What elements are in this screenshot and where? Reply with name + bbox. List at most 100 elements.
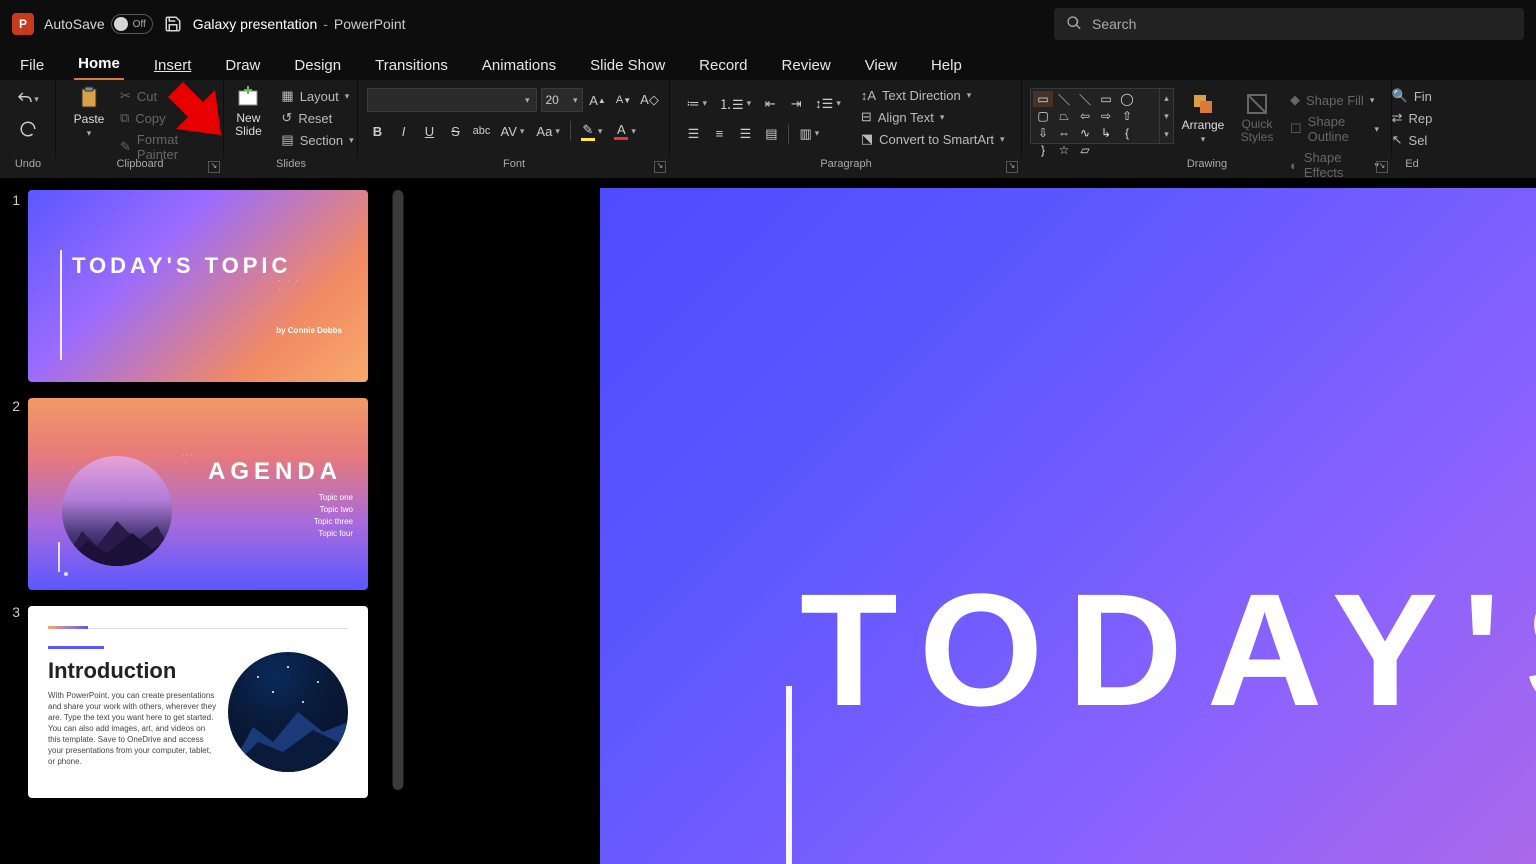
replace-button[interactable]: ⇄Rep (1388, 108, 1437, 128)
search-placeholder: Search (1092, 16, 1136, 32)
shape-oval[interactable]: ◯ (1117, 91, 1137, 107)
align-left-button[interactable]: ☰ (682, 123, 704, 145)
align-center-button[interactable]: ≡ (708, 123, 730, 145)
shape-arrowD[interactable]: ⇩ (1033, 125, 1053, 141)
shape-textbox[interactable]: ▭ (1033, 91, 1053, 107)
highlight-button[interactable]: ✎▾ (577, 120, 607, 142)
shadow-button[interactable]: abc (471, 120, 493, 142)
section-icon: ▤ (281, 132, 293, 148)
shapes-gallery[interactable]: ▭ ＼ ＼ ▭ ◯ ▢ ⏢ ⇦ ⇨ ⇧ ⇩ ⇔ ∿ ↳ { (1030, 88, 1160, 144)
shape-fill-button[interactable]: ◆Shape Fill▾ (1286, 90, 1383, 110)
tab-home[interactable]: Home (74, 51, 124, 80)
shape-star[interactable]: ☆ (1054, 142, 1074, 158)
bullets-button[interactable]: ≔▾ (682, 93, 711, 115)
find-button[interactable]: 🔍Fin (1388, 86, 1437, 106)
quick-styles-button[interactable]: Quick Styles (1232, 88, 1282, 148)
shape-rbrace[interactable]: } (1033, 142, 1053, 158)
redo-button[interactable] (17, 118, 39, 140)
current-slide[interactable]: TODAY'S TO (600, 188, 1536, 864)
clear-format-button[interactable]: A◇ (639, 89, 661, 111)
tab-file[interactable]: File (16, 53, 48, 80)
thumbnail-scrollbar[interactable] (392, 190, 404, 790)
increase-indent-button[interactable]: ⇥ (785, 93, 807, 115)
columns-button[interactable]: ▥▾ (795, 123, 823, 145)
convert-smartart-button[interactable]: ⬔Convert to SmartArt▾ (857, 129, 1009, 149)
shape-rect[interactable]: ▭ (1096, 91, 1116, 107)
section-button[interactable]: ▤Section▾ (277, 130, 357, 150)
slide-thumbnail-3[interactable]: Introduction With PowerPoint, you can cr… (28, 606, 368, 798)
shapes-gallery-more[interactable]: ▴▾▾ (1160, 88, 1174, 144)
new-slide-button[interactable]: New Slide (223, 82, 273, 142)
brush-icon: ✎ (120, 139, 131, 155)
tab-slideshow[interactable]: Slide Show (586, 53, 669, 80)
font-color-button[interactable]: A▾ (610, 120, 640, 142)
underline-button[interactable]: U (419, 120, 441, 142)
align-right-button[interactable]: ☰ (734, 123, 756, 145)
shape-line2[interactable]: ＼ (1075, 91, 1095, 107)
autosave-toggle[interactable]: AutoSave Off (44, 14, 153, 34)
decrease-indent-button[interactable]: ⇤ (759, 93, 781, 115)
shape-lbrace[interactable]: { (1117, 125, 1137, 141)
decrease-font-button[interactable]: A▼ (613, 89, 635, 111)
arrange-button[interactable]: Arrange▾ (1178, 88, 1228, 149)
tab-animations[interactable]: Animations (478, 53, 560, 80)
tab-design[interactable]: Design (290, 53, 345, 80)
char-spacing-button[interactable]: AV▾ (497, 120, 529, 142)
italic-button[interactable]: I (393, 120, 415, 142)
tab-review[interactable]: Review (778, 53, 835, 80)
tab-draw[interactable]: Draw (221, 53, 264, 80)
change-case-button[interactable]: Aa▾ (532, 120, 563, 142)
tab-transitions[interactable]: Transitions (371, 53, 452, 80)
bold-button[interactable]: B (367, 120, 389, 142)
font-size-combo[interactable]: 20▾ (541, 88, 583, 112)
autosave-track[interactable]: Off (111, 14, 153, 34)
font-name-combo[interactable]: ▾ (367, 88, 537, 112)
layout-button[interactable]: ▦Layout▾ (277, 86, 357, 106)
select-button[interactable]: ↖Sel (1388, 130, 1437, 150)
drawing-launcher[interactable]: ↘ (1376, 161, 1388, 173)
copy-button[interactable]: ⧉Copy (116, 108, 215, 128)
slide2-title: AGENDA (208, 458, 342, 486)
shape-arrowL[interactable]: ⇦ (1075, 108, 1095, 124)
shape-curve[interactable]: ∿ (1075, 125, 1095, 141)
autosave-state: Off (133, 19, 146, 30)
search-box[interactable]: Search (1054, 8, 1524, 40)
shape-line[interactable]: ＼ (1054, 91, 1074, 107)
paragraph-launcher[interactable]: ↘ (1006, 161, 1018, 173)
slide1-author: by Connie Dobbs (276, 326, 342, 335)
shape-arrowR[interactable]: ⇨ (1096, 108, 1116, 124)
text-direction-button[interactable]: ↕AText Direction▾ (857, 86, 1009, 105)
shape-callout[interactable]: ▱ (1075, 142, 1095, 158)
workspace: 1 2 3 TODAY'S TOPIC · · ·· by Connie Dob… (0, 178, 1536, 864)
tab-help[interactable]: Help (927, 53, 966, 80)
shape-connector[interactable]: ↳ (1096, 125, 1116, 141)
tab-record[interactable]: Record (695, 53, 751, 80)
increase-font-button[interactable]: A▲ (587, 89, 609, 111)
thumbnail-scroll-handle[interactable] (393, 190, 403, 790)
group-label-slides: Slides (224, 158, 358, 178)
cut-button[interactable]: ✂Cut (116, 86, 215, 106)
line-spacing-button[interactable]: ↕☰▾ (811, 93, 845, 115)
tab-insert[interactable]: Insert (150, 53, 196, 80)
undo-button[interactable]: ▾ (10, 88, 46, 110)
numbering-button[interactable]: ⒈☰▾ (715, 93, 755, 115)
tab-strip: File Home Insert Draw Design Transitions… (0, 48, 1536, 80)
slide-title-text[interactable]: TODAY'S TO (800, 558, 1536, 742)
align-text-button[interactable]: ⊟Align Text▾ (857, 107, 1009, 127)
slide-thumbnail-2[interactable]: · · · · AGENDA Topic one Topic two Topic… (28, 398, 368, 590)
shape-roundrect[interactable]: ▢ (1033, 108, 1053, 124)
strike-button[interactable]: S (445, 120, 467, 142)
shape-arrowLR[interactable]: ⇔ (1054, 125, 1074, 141)
shape-trap[interactable]: ⏢ (1054, 108, 1074, 124)
font-launcher[interactable]: ↘ (654, 161, 666, 173)
justify-button[interactable]: ▤ (760, 123, 782, 145)
paste-button[interactable]: Paste ▾ (64, 82, 114, 143)
reset-button[interactable]: ↺Reset (277, 108, 357, 128)
slide-thumbnail-1[interactable]: TODAY'S TOPIC · · ·· by Connie Dobbs (28, 190, 368, 382)
tab-view[interactable]: View (861, 53, 901, 80)
clipboard-launcher[interactable]: ↘ (208, 161, 220, 173)
save-icon[interactable] (163, 14, 183, 34)
slide-editor[interactable]: TODAY'S TO (408, 178, 1536, 864)
shape-arrowU[interactable]: ⇧ (1117, 108, 1137, 124)
shape-outline-button[interactable]: ☐Shape Outline▾ (1286, 112, 1383, 146)
